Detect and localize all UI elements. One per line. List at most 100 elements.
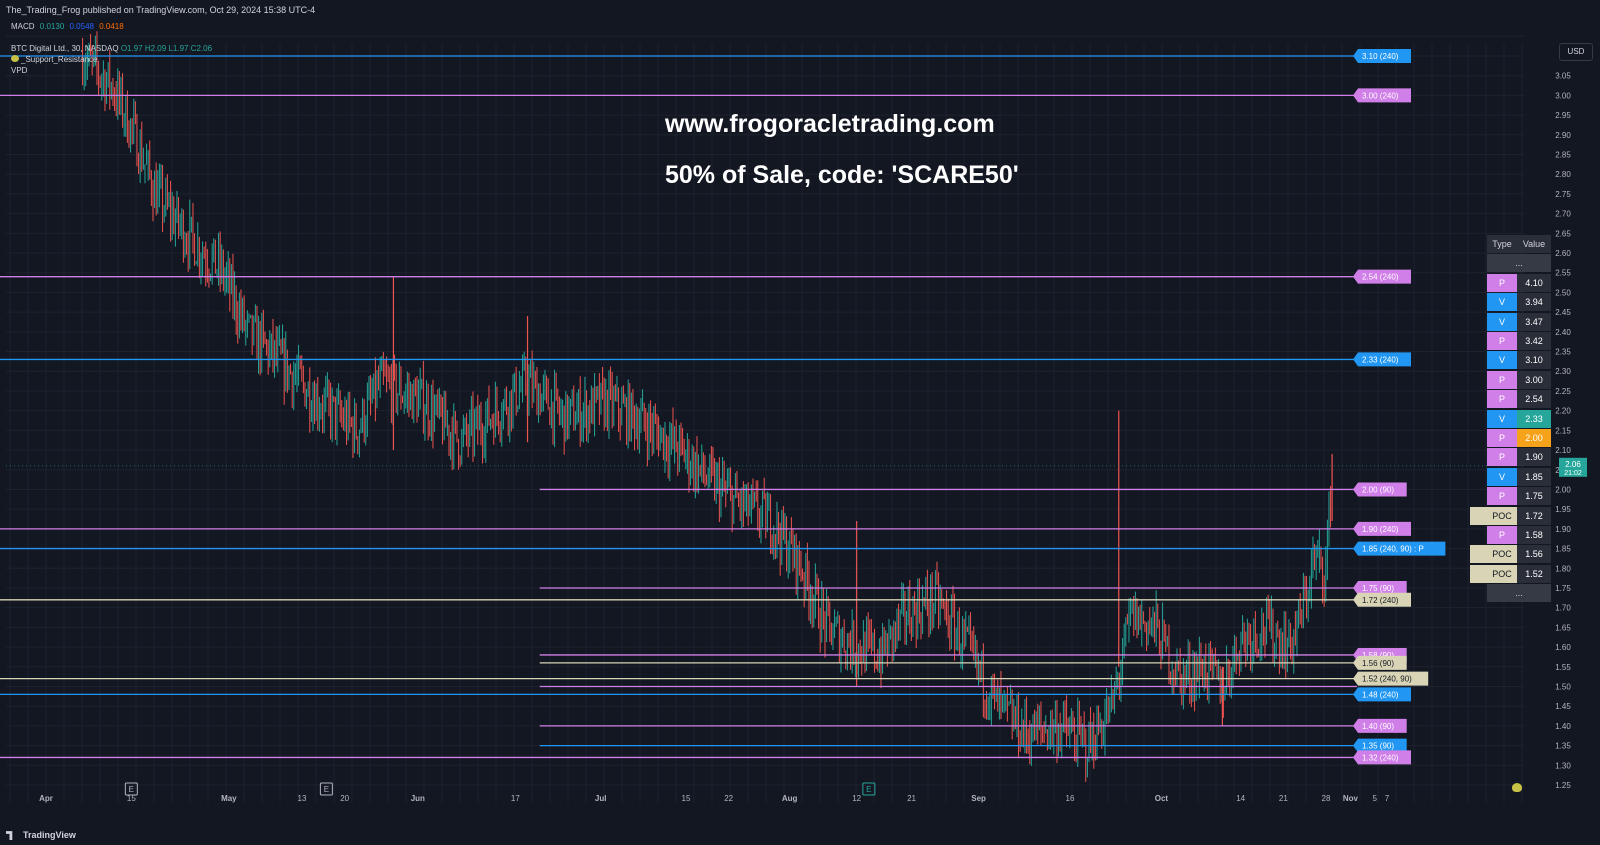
sr-row-type: POC	[1487, 564, 1517, 583]
sr-header-type: Type	[1487, 235, 1517, 253]
sr-row-value: 2.00	[1517, 429, 1551, 447]
earnings-marker-label: E	[866, 785, 871, 794]
y-tick-label: 2.25	[1555, 387, 1571, 396]
sr-row-value: 4.10	[1517, 273, 1551, 292]
level-tag: 2.33 (240)	[1353, 352, 1411, 367]
sr-row-type: V	[1487, 293, 1517, 312]
ohlc-low: L1.97	[168, 44, 189, 53]
sr-table-row: P 2.00	[1487, 429, 1551, 447]
level-tag-label: 1.85 (240, 90) : P	[1362, 545, 1424, 554]
x-tick-label: May	[221, 794, 237, 803]
y-tick-label: 2.60	[1555, 249, 1571, 258]
y-tick-label: 2.45	[1555, 308, 1571, 317]
x-tick-label: Aug	[782, 794, 798, 803]
footer-bar: TradingView	[0, 826, 1600, 845]
sr-table-row: P 4.10	[1487, 273, 1551, 292]
level-tag: 1.40 (90)	[1353, 718, 1407, 733]
level-tag-label: 1.48 (240)	[1362, 690, 1399, 699]
x-tick-label: Sep	[971, 794, 986, 803]
y-tick-label: 2.00	[1555, 485, 1571, 494]
x-tick-label: 14	[1236, 794, 1245, 803]
sr-row-value: 1.52	[1517, 564, 1551, 583]
y-tick-label: 2.30	[1555, 367, 1571, 376]
y-tick-label: 2.40	[1555, 328, 1571, 337]
sr-legend[interactable]: _Support_Resistance	[11, 55, 98, 64]
sr-table-row: V 3.94	[1487, 293, 1551, 312]
level-tag-label: 1.72 (240)	[1362, 596, 1399, 605]
level-tag-label: 1.35 (90)	[1362, 742, 1394, 751]
level-tag-label: 2.00 (90)	[1362, 485, 1394, 494]
sr-table-row: P 1.90	[1487, 448, 1551, 467]
sr-table-header: Type Value	[1487, 235, 1551, 253]
level-tag: 1.56 (90)	[1353, 655, 1407, 670]
y-tick-label: 1.50	[1555, 682, 1571, 691]
sr-table-row: P 3.42	[1487, 332, 1551, 350]
sr-row-value: 2.54	[1517, 390, 1551, 409]
sr-row-type: POC	[1487, 506, 1517, 525]
sr-table-row: POC 1.56	[1470, 545, 1551, 564]
y-tick-label: 3.05	[1555, 72, 1571, 81]
sr-row-type: V	[1487, 467, 1517, 486]
tradingview-logo-icon	[6, 831, 13, 841]
y-tick-label: 1.65	[1555, 623, 1571, 632]
macd-legend[interactable]: MACD 0.0130 0.0548 0.0418	[11, 22, 124, 31]
sr-row-marker	[1470, 545, 1487, 564]
level-tag-label: 1.40 (90)	[1362, 722, 1394, 731]
sr-row-type: P	[1487, 487, 1517, 506]
symbol-legend[interactable]: BTC Digital Ltd., 30, NASDAQ O1.97 H2.09…	[11, 44, 212, 53]
sr-row-type: P	[1487, 273, 1517, 292]
sr-row-value: 3.47	[1517, 312, 1551, 331]
x-tick-label: 12	[852, 794, 861, 803]
y-tick-label: 2.65	[1555, 229, 1571, 238]
sr-row-value: 3.10	[1517, 351, 1551, 370]
y-tick-label: 1.60	[1555, 643, 1571, 652]
chart-area[interactable]: 1.25 1.30 1.35 1.40 1.45 1.50 1.55 1.60 1.65 1.70…	[0, 16, 1600, 825]
level-tag: 1.32 (240)	[1353, 750, 1411, 765]
price-chart[interactable]: 1.25 1.30 1.35 1.40 1.45 1.50 1.55 1.60 1.65 1.70…	[0, 16, 1600, 825]
x-tick-label: 20	[340, 794, 349, 803]
sr-ellipsis: ...	[1487, 584, 1551, 603]
sr-row-type: V	[1487, 312, 1517, 331]
sr-row-type: V	[1487, 351, 1517, 370]
sr-row-value: 3.94	[1517, 293, 1551, 312]
vpd-label: VPD	[11, 66, 28, 75]
x-tick-label: Nov	[1343, 794, 1359, 803]
currency-button[interactable]: USD	[1559, 43, 1593, 61]
sr-table-ellipsis-top: ...	[1487, 254, 1551, 273]
y-tick-label: 2.35	[1555, 348, 1571, 357]
y-tick-label: 1.45	[1555, 702, 1571, 711]
ohlc-high: H2.09	[144, 44, 167, 53]
x-tick-label: 5	[1373, 794, 1378, 803]
level-tag: 3.10 (240)	[1353, 49, 1411, 63]
sr-table-row: POC 1.72	[1470, 506, 1551, 525]
x-tick-label: Jul	[595, 794, 607, 803]
tradingview-logo[interactable]: TradingView	[6, 830, 76, 841]
sr-row-value: 3.00	[1517, 370, 1551, 389]
sr-table-row: P 3.00	[1487, 370, 1551, 389]
sr-row-type: P	[1487, 429, 1517, 447]
last-price-label: 2.06	[1565, 460, 1581, 469]
earnings-marker-label: E	[129, 785, 134, 794]
y-tick-label: 2.95	[1555, 111, 1571, 120]
level-tag: 3.00 (240)	[1353, 88, 1411, 103]
frog-icon	[11, 55, 19, 62]
macd-value-3: 0.0418	[99, 22, 124, 31]
sr-row-type: P	[1487, 370, 1517, 389]
macd-value-1: 0.0130	[39, 22, 65, 31]
vpd-legend[interactable]: VPD	[11, 66, 27, 75]
sr-row-type: P	[1487, 332, 1517, 350]
sr-row-type: P	[1487, 448, 1517, 467]
y-tick-label: 1.75	[1555, 584, 1571, 593]
sr-table-row: P 1.58	[1487, 526, 1551, 544]
sr-row-value: 1.72	[1517, 506, 1551, 525]
x-tick-label: 15	[682, 794, 691, 803]
sr-header-value: Value	[1517, 235, 1551, 253]
y-tick-label: 1.35	[1555, 742, 1571, 751]
sr-row-type: P	[1487, 526, 1517, 544]
level-tag: 2.00 (90)	[1353, 482, 1407, 497]
y-tick-label: 2.10	[1555, 446, 1571, 455]
x-tick-label: 22	[724, 794, 733, 803]
y-tick-label: 2.55	[1555, 269, 1571, 278]
y-tick-label: 1.90	[1555, 525, 1571, 534]
sr-table-row: V 1.85	[1487, 467, 1551, 486]
